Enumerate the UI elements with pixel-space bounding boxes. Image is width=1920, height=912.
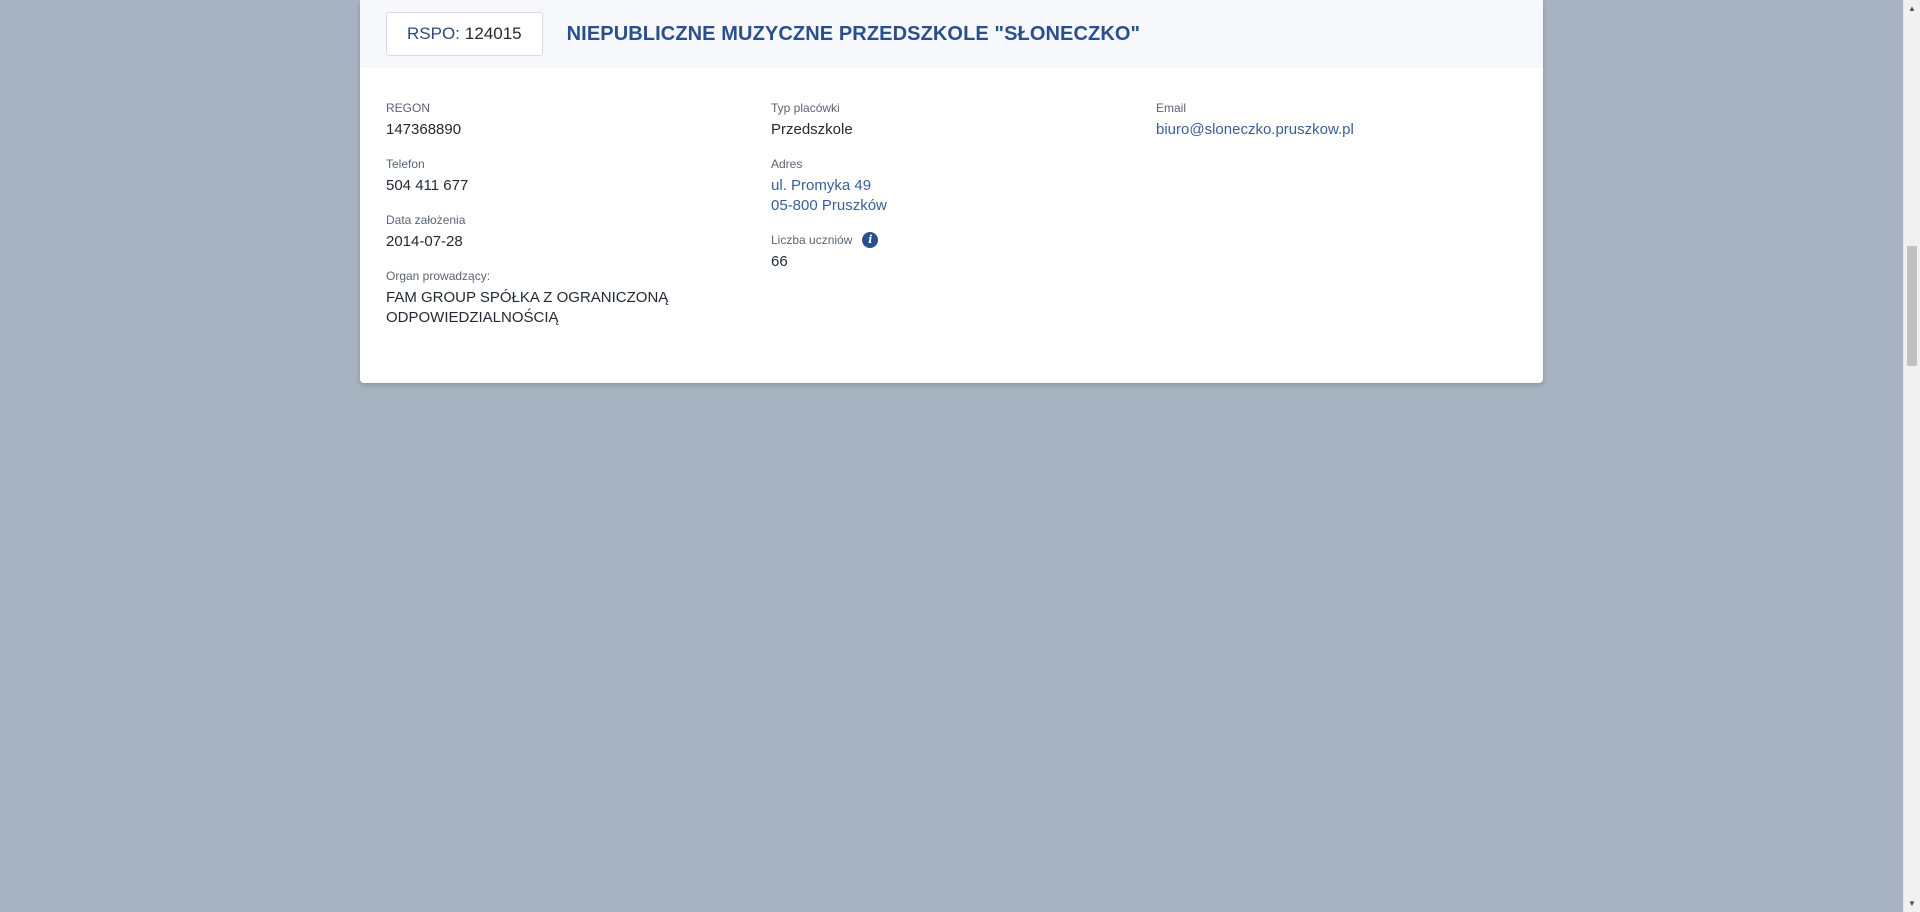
data-zalozenia-field: Data założenia 2014-07-28	[386, 212, 746, 252]
telefon-value: 504 411 677	[386, 177, 469, 194]
scroll-up-arrow-icon[interactable]: ▲	[1904, 0, 1920, 17]
email-link[interactable]: biuro@sloneczko.pruszkow.pl	[1156, 120, 1516, 140]
email-field: Email biuro@sloneczko.pruszkow.pl	[1156, 100, 1516, 140]
organ-value-line1: FAM GROUP SPÓŁKA Z OGRANICZONĄ	[386, 289, 669, 306]
regon-value: 147368890	[386, 121, 462, 138]
rspo-number: 124015	[464, 24, 522, 43]
card-header: RSPO: 124015 NIEPUBLICZNE MUZYCZNE PRZED…	[360, 0, 1543, 68]
adres-link[interactable]: ul. Promyka 49 05-800 Pruszków	[771, 176, 1131, 216]
regon-field: REGON 147368890	[386, 100, 746, 140]
details-column-1: REGON 147368890 Telefon 504 411 677 Data…	[386, 100, 746, 344]
telefon-label: Telefon	[386, 157, 425, 171]
rspo-badge: RSPO: 124015	[386, 12, 543, 56]
liczba-uczniow-field: Liczba uczniów i 66	[771, 232, 1131, 272]
liczba-uczniow-value: 66	[771, 253, 788, 270]
adres-field: Adres ul. Promyka 49 05-800 Pruszków	[771, 156, 1131, 216]
details-column-2: Typ placówki Przedszkole Adres ul. Promy…	[771, 100, 1131, 288]
data-zalozenia-value: 2014-07-28	[386, 233, 463, 250]
email-label: Email	[1156, 101, 1187, 115]
adres-label: Adres	[771, 157, 803, 171]
liczba-uczniow-label: Liczba uczniów	[771, 233, 853, 247]
school-card: RSPO: 124015 NIEPUBLICZNE MUZYCZNE PRZED…	[360, 0, 1543, 383]
info-icon[interactable]: i	[862, 232, 879, 248]
page: RSPO: 124015 NIEPUBLICZNE MUZYCZNE PRZED…	[0, 0, 1920, 912]
organ-label: Organ prowadzący:	[386, 269, 491, 283]
regon-label: REGON	[386, 101, 431, 115]
telefon-field: Telefon 504 411 677	[386, 156, 746, 196]
vertical-scrollbar[interactable]: ▲ ▼	[1903, 0, 1920, 912]
organ-value: FAM GROUP SPÓŁKA Z OGRANICZONĄ ODPOWIEDZ…	[386, 288, 746, 328]
data-zalozenia-label: Data założenia	[386, 213, 466, 227]
liczba-uczniow-label-row: Liczba uczniów i	[771, 232, 1131, 248]
typ-placowki-field: Typ placówki Przedszkole	[771, 100, 1131, 140]
adres-line1[interactable]: ul. Promyka 49	[771, 176, 1131, 196]
details-column-3: Email biuro@sloneczko.pruszkow.pl	[1156, 100, 1516, 156]
organ-field: Organ prowadzący: FAM GROUP SPÓŁKA Z OGR…	[386, 268, 746, 328]
scroll-down-arrow-icon[interactable]: ▼	[1904, 895, 1920, 912]
typ-placowki-label: Typ placówki	[771, 101, 840, 115]
scroll-thumb[interactable]	[1907, 246, 1917, 366]
adres-line2[interactable]: 05-800 Pruszków	[771, 196, 1131, 216]
organ-value-line2: ODPOWIEDZIALNOŚCIĄ	[386, 309, 559, 326]
school-name: NIEPUBLICZNE MUZYCZNE PRZEDSZKOLE "SŁONE…	[566, 22, 1141, 45]
rspo-label: RSPO:	[407, 24, 460, 43]
typ-placowki-value: Przedszkole	[771, 121, 853, 138]
